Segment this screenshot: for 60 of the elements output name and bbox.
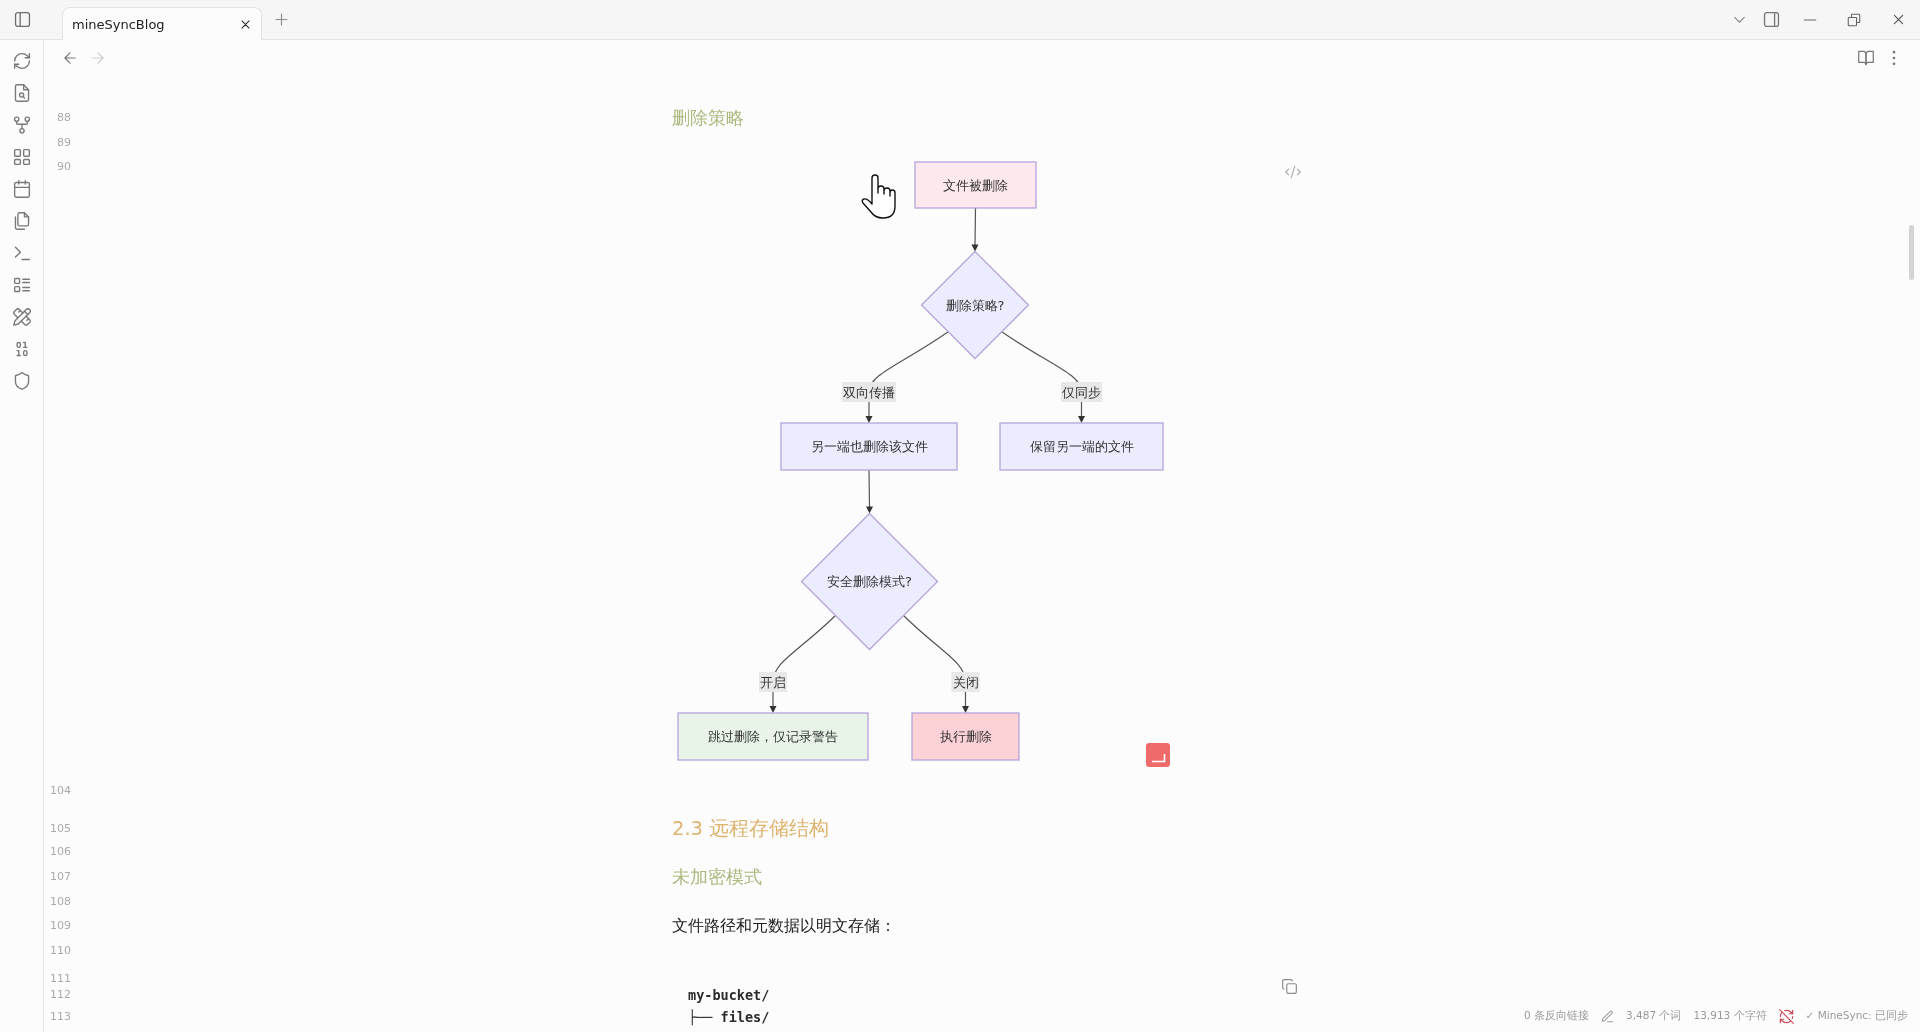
arrow-left-icon[interactable] xyxy=(62,50,78,66)
close-icon[interactable] xyxy=(238,17,252,31)
plus-icon[interactable] xyxy=(273,12,289,27)
line-number: 107 xyxy=(50,869,71,884)
line-number: 108 xyxy=(50,894,71,909)
process-node: 文件被删除 xyxy=(914,161,1037,209)
line-number: 111 xyxy=(50,971,71,986)
fork-icon[interactable] xyxy=(12,116,31,134)
edge-label: 开启 xyxy=(759,671,787,692)
files-icon[interactable] xyxy=(12,212,31,230)
line-number: 105 xyxy=(50,821,71,836)
character-count: 13,913 个字符 xyxy=(1693,1009,1767,1023)
edge-label: 仅同步 xyxy=(1061,381,1102,402)
grid-icon[interactable] xyxy=(12,148,31,166)
file-search-icon[interactable] xyxy=(12,84,31,102)
heading: 2.3 远程存储结构 xyxy=(672,816,830,843)
line-number: 104 xyxy=(50,784,71,799)
edge-label: 关闭 xyxy=(951,671,980,692)
line-number: 90 xyxy=(57,160,71,175)
line-number: 110 xyxy=(50,943,71,958)
line-number: 88 xyxy=(57,111,71,125)
line-number: 106 xyxy=(50,845,71,860)
process-node: 跳过删除，仅记录警告 xyxy=(677,712,869,761)
decision-node: 安全删除模式? xyxy=(800,512,939,651)
hand-cursor-icon xyxy=(861,174,896,219)
terminal-icon[interactable] xyxy=(12,244,31,262)
line-number: 89 xyxy=(57,135,71,150)
copy-icon[interactable] xyxy=(1281,979,1297,995)
shield-icon[interactable] xyxy=(12,372,31,390)
heading: 未加密模式 xyxy=(672,865,762,889)
sidebar-toggle-icon[interactable] xyxy=(13,11,31,28)
process-node: 执行删除 xyxy=(911,712,1020,761)
edge-label: 双向传播 xyxy=(842,381,896,402)
backlinks-count[interactable]: 0 条反向链接 xyxy=(1524,1009,1590,1023)
pencil-ruler-icon[interactable] xyxy=(12,308,31,326)
pencil-icon[interactable] xyxy=(1601,1009,1615,1023)
line-number: 112 xyxy=(50,988,71,1003)
code-line: ├── files/ xyxy=(688,1008,770,1025)
process-node: 保留另一端的文件 xyxy=(999,422,1164,471)
flow-arrow xyxy=(866,469,873,514)
corner-bracket-icon[interactable] xyxy=(1146,742,1170,767)
word-count: 3,487 个词 xyxy=(1626,1009,1682,1023)
sync-off-icon[interactable] xyxy=(1778,1008,1794,1024)
calendar-icon[interactable] xyxy=(12,180,31,198)
flow-arrow xyxy=(971,207,979,252)
scrollbar-thumb[interactable] xyxy=(1909,225,1914,280)
checklist-icon[interactable] xyxy=(12,276,31,294)
book-icon[interactable] xyxy=(1858,50,1874,66)
paragraph: 文件路径和元数据以明文存储： xyxy=(672,915,896,937)
code-line: my-bucket/ xyxy=(688,987,770,1004)
process-node: 另一端也删除该文件 xyxy=(780,422,958,471)
tab[interactable]: mineSyncBlog xyxy=(62,7,262,40)
line-number: 109 xyxy=(50,919,71,934)
line-number: 113 xyxy=(50,1009,71,1024)
restore-icon[interactable] xyxy=(1847,12,1861,27)
sync-icon[interactable] xyxy=(12,52,31,70)
sync-status[interactable]: ✓ MineSync: 已同步 xyxy=(1805,1009,1908,1023)
heading: 删除策略 xyxy=(672,107,744,130)
decision-node: 删除策略? xyxy=(920,250,1030,360)
sidebar-toggle-icon[interactable] xyxy=(1762,11,1780,28)
